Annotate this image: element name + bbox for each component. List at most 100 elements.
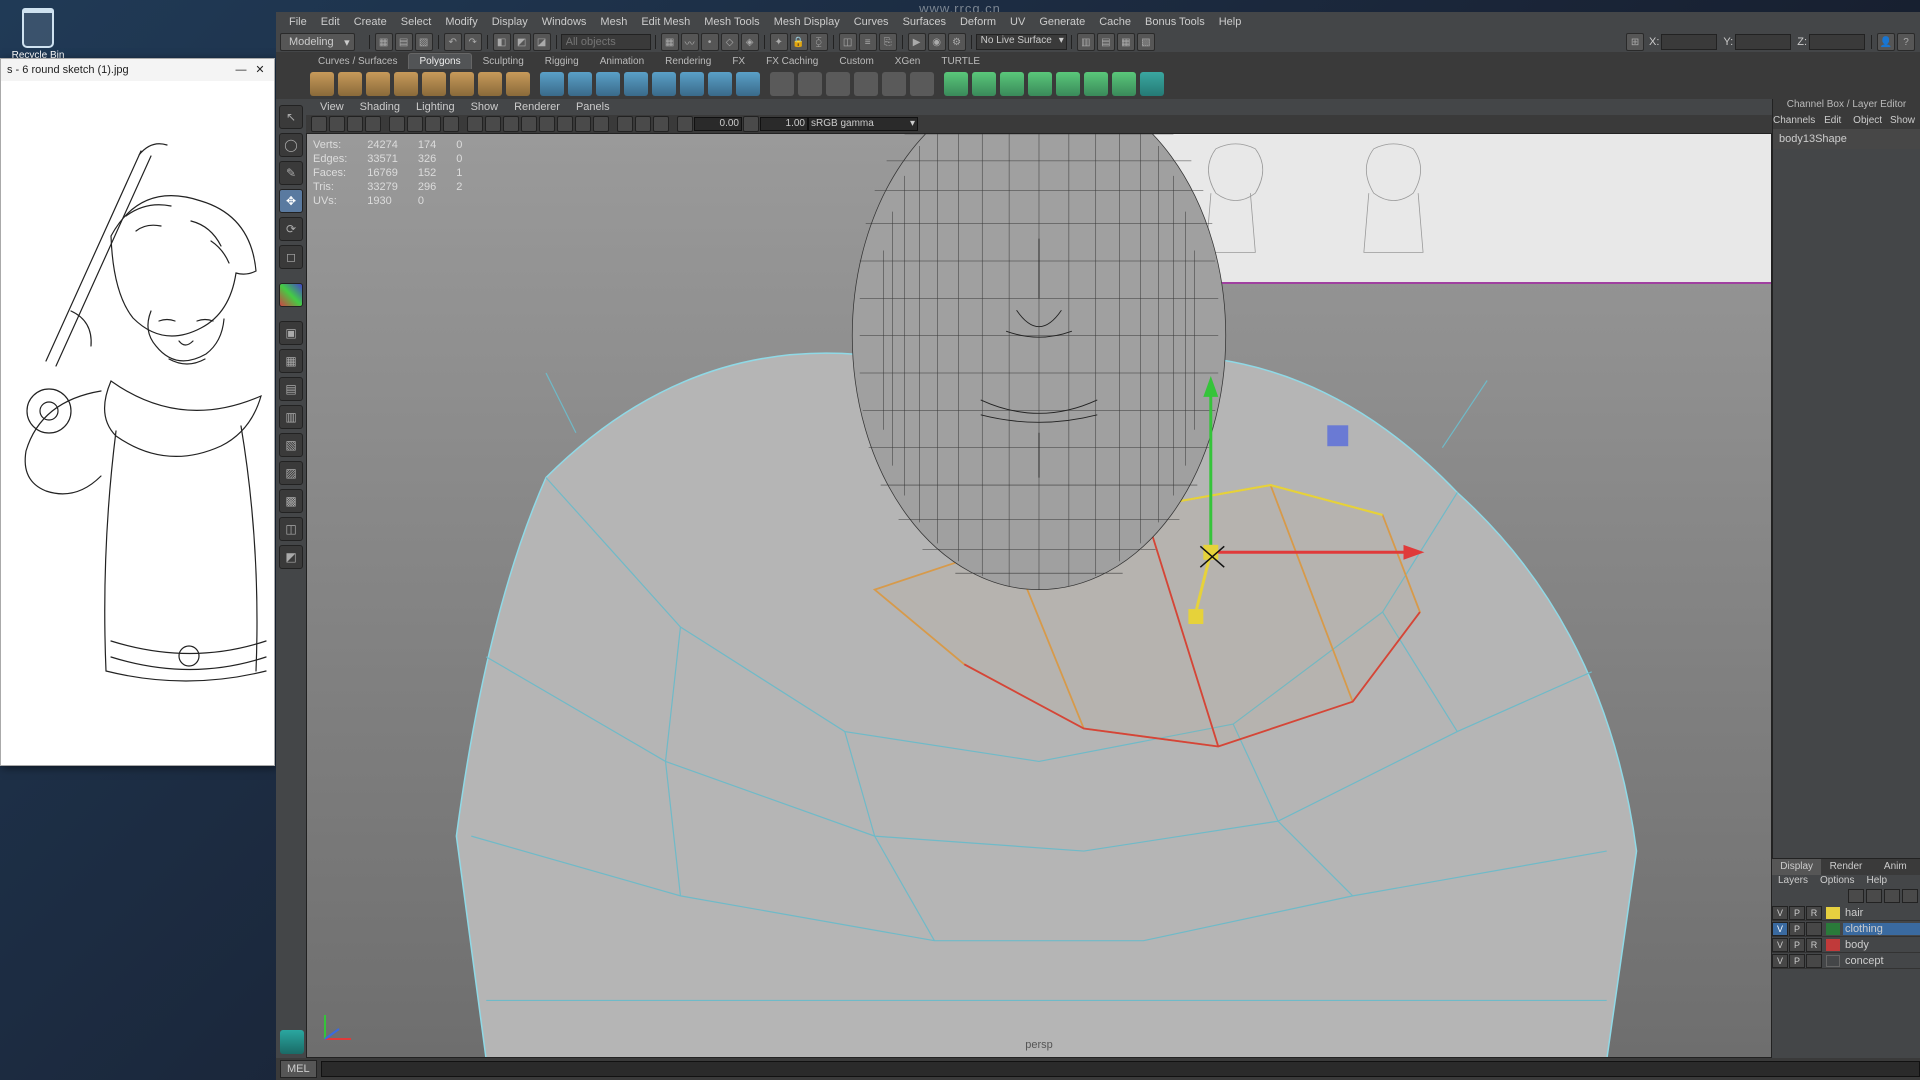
- shelf-tab-sculpting[interactable]: Sculpting: [473, 54, 534, 69]
- script-language-selector[interactable]: MEL: [280, 1060, 317, 1078]
- use-lights-button[interactable]: [521, 116, 537, 132]
- undo-button[interactable]: ↶: [444, 33, 462, 51]
- maya-home-icon[interactable]: [280, 1030, 304, 1054]
- xray-button[interactable]: [617, 116, 633, 132]
- gamma-button[interactable]: [743, 116, 759, 132]
- isolate-select-button[interactable]: [653, 116, 669, 132]
- menu-uv[interactable]: UV: [1003, 16, 1032, 28]
- cb-menu-channels[interactable]: Channels: [1773, 113, 1815, 129]
- grid-button[interactable]: [389, 116, 405, 132]
- coord-x-field[interactable]: [1661, 34, 1717, 50]
- layer-new-button[interactable]: [1884, 889, 1900, 903]
- layout-three-icon[interactable]: ▧: [279, 433, 303, 457]
- layer-r-toggle[interactable]: [1806, 922, 1822, 936]
- last-tool[interactable]: [279, 283, 303, 307]
- xray-joints-button[interactable]: [635, 116, 651, 132]
- shelf-tab-fx-caching[interactable]: FX Caching: [756, 54, 828, 69]
- layer-tab-anim[interactable]: Anim: [1871, 859, 1920, 875]
- ipr-render-button[interactable]: ◉: [928, 33, 946, 51]
- shelf-tab-turtle[interactable]: TURTLE: [931, 54, 990, 69]
- layout-single-icon[interactable]: ▣: [279, 321, 303, 345]
- separate-icon[interactable]: [770, 72, 794, 96]
- exposure-button[interactable]: [677, 116, 693, 132]
- redo-button[interactable]: ↷: [464, 33, 482, 51]
- layer-name[interactable]: clothing: [1843, 923, 1920, 935]
- connect-icon[interactable]: [1112, 72, 1136, 96]
- menu-generate[interactable]: Generate: [1032, 16, 1092, 28]
- film-gate-button[interactable]: [407, 116, 423, 132]
- layout-two-h-icon[interactable]: ▤: [279, 377, 303, 401]
- shelf-tab-fx[interactable]: FX: [722, 54, 755, 69]
- coord-y-field[interactable]: [1735, 34, 1791, 50]
- snap-curve-button[interactable]: 〰: [681, 33, 699, 51]
- layer-r-toggle[interactable]: R: [1806, 938, 1822, 952]
- layer-row-body[interactable]: VPRbody: [1772, 937, 1920, 953]
- shelf-tab-rendering[interactable]: Rendering: [655, 54, 721, 69]
- smooth-shade-button[interactable]: [485, 116, 501, 132]
- image-viewer-titlebar[interactable]: s - 6 round sketch (1).jpg — ✕: [1, 59, 274, 81]
- snap-point-button[interactable]: •: [701, 33, 719, 51]
- history-button[interactable]: ≡: [859, 33, 877, 51]
- poly-sphere-icon[interactable]: [310, 72, 334, 96]
- move-tool[interactable]: ✥: [279, 189, 303, 213]
- shelf-tab-custom[interactable]: Custom: [829, 54, 883, 69]
- snap-surface-button[interactable]: ◈: [741, 33, 759, 51]
- render-settings-button[interactable]: ⚙: [948, 33, 966, 51]
- poly-cone-icon[interactable]: [394, 72, 418, 96]
- quad-draw-icon[interactable]: [1084, 72, 1108, 96]
- sel-mode-hierarchy[interactable]: ◧: [493, 33, 511, 51]
- svg-icon[interactable]: [708, 72, 732, 96]
- menu-select[interactable]: Select: [394, 16, 439, 28]
- menu-mesh-display[interactable]: Mesh Display: [767, 16, 847, 28]
- snap-grid-button[interactable]: ▦: [661, 33, 679, 51]
- magnet-button[interactable]: ⧲: [810, 33, 828, 51]
- panel-menu-lighting[interactable]: Lighting: [408, 101, 463, 113]
- snap-plane-button[interactable]: ◇: [721, 33, 739, 51]
- window-close-button[interactable]: ✕: [252, 59, 268, 81]
- layout-outliner-icon[interactable]: ▨: [279, 461, 303, 485]
- rotate-tool[interactable]: ⟳: [279, 217, 303, 241]
- shadows-button[interactable]: [539, 116, 555, 132]
- bookmark-button[interactable]: [329, 116, 345, 132]
- ao-button[interactable]: [557, 116, 573, 132]
- layer-name[interactable]: body: [1843, 939, 1920, 951]
- poly-cube-icon[interactable]: [338, 72, 362, 96]
- cb-menu-show[interactable]: Show: [1885, 113, 1920, 129]
- layer-name[interactable]: hair: [1843, 907, 1920, 919]
- view-transform-dropdown[interactable]: sRGB gamma: [808, 117, 918, 131]
- layer-color-swatch[interactable]: [1826, 907, 1840, 919]
- menu-curves[interactable]: Curves: [847, 16, 896, 28]
- layer-row-hair[interactable]: VPRhair: [1772, 905, 1920, 921]
- layer-v-toggle[interactable]: V: [1772, 938, 1788, 952]
- symmetry-button[interactable]: ◫: [839, 33, 857, 51]
- layer-move-up-button[interactable]: [1848, 889, 1864, 903]
- resolution-gate-button[interactable]: [425, 116, 441, 132]
- platonic-icon[interactable]: [540, 72, 564, 96]
- menu-set-selector[interactable]: Modeling: [280, 33, 355, 51]
- type-icon[interactable]: [680, 72, 704, 96]
- layer-v-toggle[interactable]: V: [1772, 922, 1788, 936]
- layer-p-toggle[interactable]: P: [1789, 954, 1805, 968]
- interactive-creation-button[interactable]: ✦: [770, 33, 788, 51]
- layer-color-swatch[interactable]: [1826, 939, 1840, 951]
- target-weld-icon[interactable]: [1056, 72, 1080, 96]
- layer-color-swatch[interactable]: [1826, 923, 1840, 935]
- helix-icon[interactable]: [596, 72, 620, 96]
- shelf-tab-rigging[interactable]: Rigging: [535, 54, 589, 69]
- gamma-field[interactable]: 1.00: [760, 117, 808, 131]
- help-button[interactable]: ?: [1897, 33, 1915, 51]
- scale-tool[interactable]: ◻: [279, 245, 303, 269]
- menu-windows[interactable]: Windows: [535, 16, 594, 28]
- sel-mode-object[interactable]: ◩: [513, 33, 531, 51]
- command-input[interactable]: [321, 1061, 1920, 1077]
- poly-plane-icon[interactable]: [422, 72, 446, 96]
- selection-search-input[interactable]: [561, 34, 651, 50]
- panel-menu-show[interactable]: Show: [463, 101, 507, 113]
- layer-menu-layers[interactable]: Layers: [1772, 875, 1814, 889]
- layout-hypershade-icon[interactable]: ◩: [279, 545, 303, 569]
- render-button[interactable]: ▶: [908, 33, 926, 51]
- absolute-transform-button[interactable]: ⊞: [1626, 33, 1644, 51]
- toggle-toolsettings-button[interactable]: ▤: [1097, 33, 1115, 51]
- poly-pipe-icon[interactable]: [506, 72, 530, 96]
- new-scene-button[interactable]: ▦: [375, 33, 393, 51]
